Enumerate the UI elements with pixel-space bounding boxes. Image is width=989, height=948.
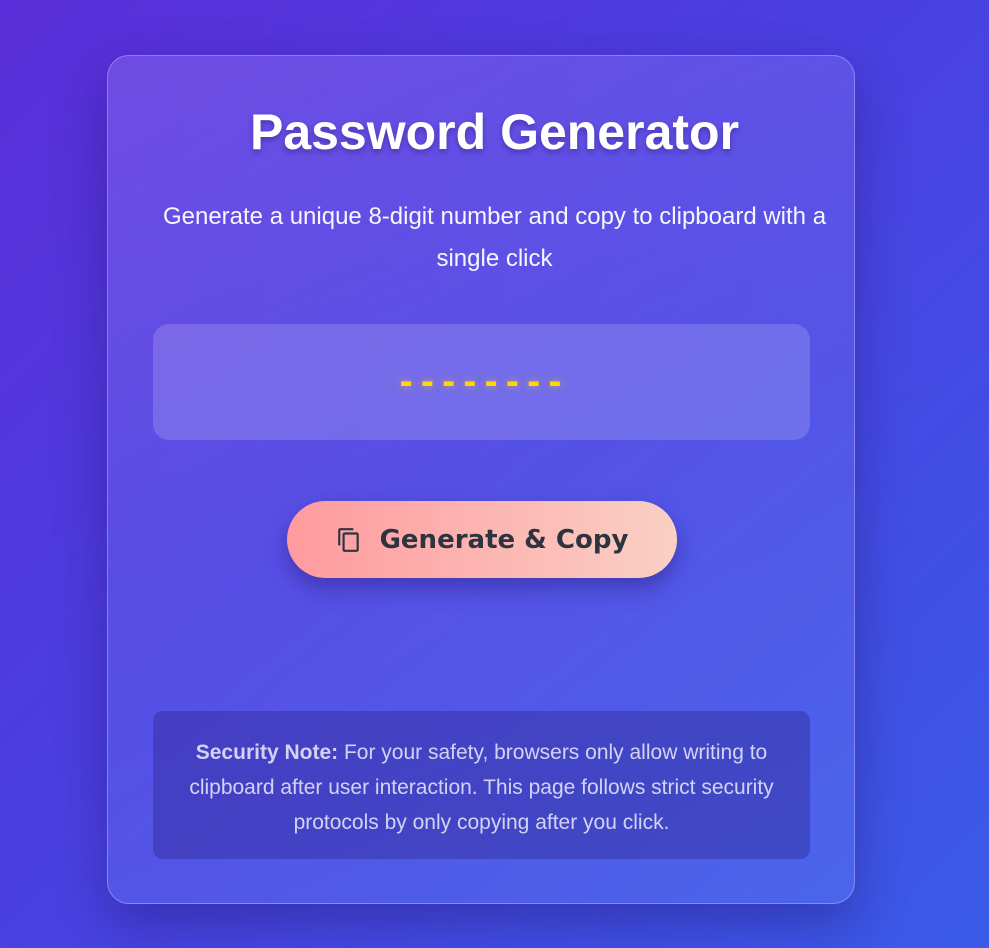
password-display: -------- <box>153 324 810 440</box>
generate-copy-button[interactable]: Generate & Copy <box>287 501 677 578</box>
security-note: Security Note: For your safety, browsers… <box>153 711 810 859</box>
copy-icon <box>336 527 362 553</box>
generate-copy-label: Generate & Copy <box>379 524 629 555</box>
page-title: Password Generator <box>249 104 740 160</box>
page-subtitle: Generate a unique 8-digit number and cop… <box>162 203 827 272</box>
password-value: -------- <box>396 363 567 401</box>
security-note-label: Security Note: <box>195 741 339 764</box>
